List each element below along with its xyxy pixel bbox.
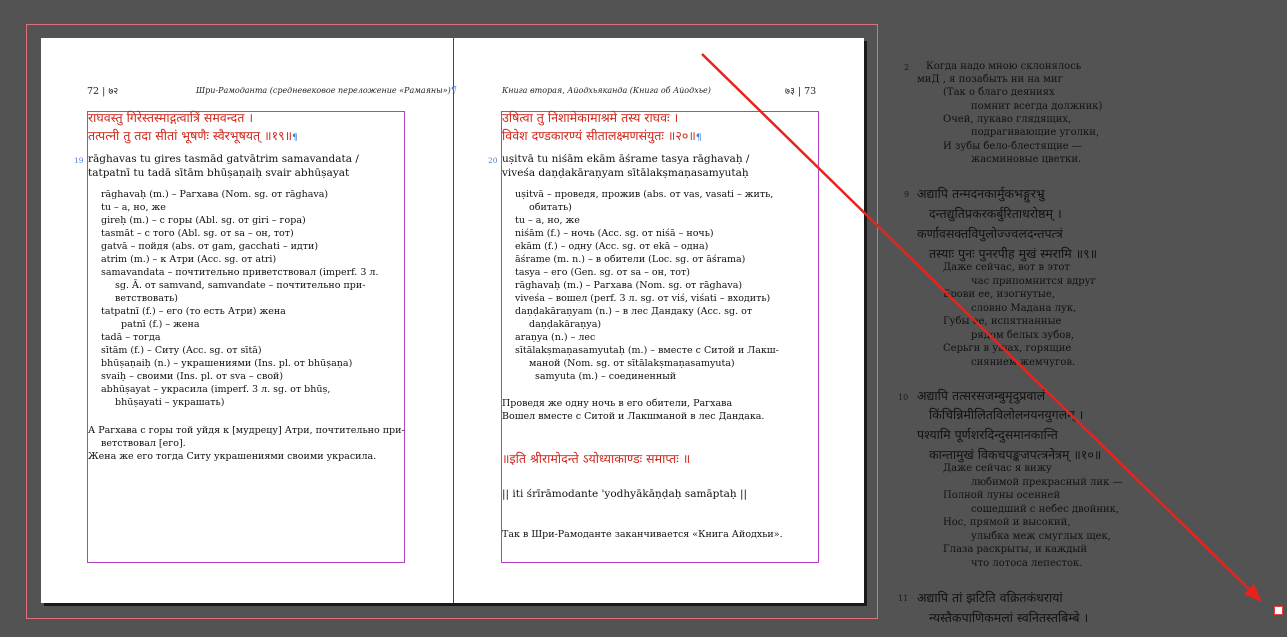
- pasteboard-deva-line: अद्यापि तां झटिति वक्रितकंधरायां: [917, 590, 1063, 605]
- gloss-item: viveśa – вошел (perf. 3 л. sg. от viś, v…: [515, 293, 771, 304]
- gloss-item: tu – а, но, же: [101, 202, 166, 213]
- pasteboard-line: Брови ее, изогнутые,: [943, 289, 1055, 300]
- left-translation-line: А Рагхава с горы той уйдя к [мудрецу] Ат…: [88, 425, 405, 436]
- gloss-item: tasmāt – с того (Abl. sg. от sa – он, то…: [101, 228, 294, 239]
- left-verse-number: 19: [74, 156, 84, 165]
- right-iast-line-1: uṣitvā tu niśām ekām āśrame tasya rāghav…: [502, 153, 750, 165]
- gloss-item: āśrame (m. n.) – в обители (Loc. sg. от …: [515, 254, 746, 265]
- pasteboard-line: сиянием жемчугов.: [971, 357, 1076, 368]
- pasteboard-line: улыбка меж смуглых щек,: [971, 531, 1111, 542]
- pasteboard-deva-line: अद्यापि तन्मदनकार्मुकभङ्गुरभ्रु: [917, 186, 1045, 201]
- right-running-head: Книга вторая, Айодхьяканда (Книга об Айо…: [502, 86, 711, 95]
- gloss-item: sg. Ā. от samvand, samvandate – почтител…: [115, 280, 366, 291]
- pasteboard-deva-line: किंचिन्निमीलितविलोलनयनयुगलम् ।: [929, 407, 1084, 422]
- left-running-head: Шри-Рамоданта (средневековое переложение…: [196, 86, 457, 96]
- pasteboard-line: миД , я позабыть ни на миг: [917, 74, 1063, 85]
- gloss-item: araṇya (n.) – лес: [515, 332, 596, 343]
- pasteboard-line: Даже сейчас, вот в этот: [943, 262, 1070, 273]
- pasteboard-block-number: 9: [904, 190, 910, 199]
- right-iast-line-2: viveśa daṇḍakāraṇyam sītālakṣmaṇasamyuta…: [502, 167, 749, 179]
- pasteboard-line: Очей, лукаво глядящих,: [943, 114, 1072, 125]
- pasteboard-deva-line: अद्यापि तत्सरसजम्बुमृदुप्रवालं: [917, 388, 1046, 403]
- left-translation-line: ветствовал [его].: [101, 438, 186, 449]
- gloss-item: bhūṣaṇaiḥ (n.) – украшениями (Ins. pl. о…: [101, 358, 353, 369]
- gloss-item: ekām (f.) – одну (Acc. sg. от ekā – одна…: [515, 241, 709, 252]
- left-translation-line: Жена же его тогда Ситу украшениями своим…: [88, 451, 377, 462]
- pasteboard-line: (Так о благо деяниях: [943, 87, 1055, 98]
- gloss-item: svaiḥ – своими (Ins. pl. от sva – свой): [101, 371, 284, 382]
- gloss-item: rāghavaḥ (m.) – Рагхава (Nom. sg. от rāg…: [101, 189, 329, 200]
- overset-text-icon[interactable]: [1274, 606, 1283, 615]
- right-translation-line: Проведя же одну ночь в его обители, Рагх…: [502, 398, 733, 409]
- pasteboard-block-number: 2: [904, 63, 910, 72]
- gloss-item: patnī (f.) – жена: [121, 319, 200, 330]
- left-verse-deva-line-2: तत्पत्नी तु तदा सीतां भूषणैः स्वैरभूषयत्…: [88, 128, 298, 143]
- pasteboard-block-number: 10: [898, 393, 909, 402]
- pasteboard-deva-line: कर्णावसक्तविपुलोज्ज्वलदन्तपत्त्रं: [917, 226, 1063, 241]
- gloss-item: tasya – его (Gen. sg. от sa – он, тот): [515, 267, 690, 278]
- pasteboard-deva-line: दन्तद्युतिप्रकरकर्बुरिताधरोष्ठम् ।: [929, 206, 1062, 221]
- gloss-item: bhūṣayati – украшать): [115, 397, 225, 408]
- gloss-item: daṇḍakāraṇyam (n.) – в лес Дандаку (Acc.…: [515, 306, 753, 317]
- pasteboard-deva-line: कान्तामुखं विकचपङ्कजपत्त्रनेत्रम् ॥१०॥: [929, 447, 1102, 462]
- gloss-item: abhūṣayat – украсила (imperf. 3 л. sg. о…: [101, 384, 331, 395]
- pasteboard-line: Даже сейчас я вижу: [943, 463, 1052, 474]
- left-iast-line-1: rāghavas tu gires tasmād gatvātrim samav…: [88, 153, 359, 165]
- colophon-deva: ॥इति श्रीरामोदन्ते ऽयोध्याकाण्डः समाप्तः…: [502, 451, 691, 466]
- gloss-item: niśām (f.) – ночь (Acc. sg. от niśā – но…: [515, 228, 714, 239]
- pasteboard-line: рядом белых зубов,: [971, 330, 1075, 341]
- left-folio: 72 | ७२: [87, 86, 119, 97]
- pasteboard-line: Губы ее, испятнанные: [943, 316, 1062, 327]
- pasteboard-line: сошедший с небес двойник,: [971, 504, 1120, 515]
- page-spine: [453, 38, 454, 603]
- gloss-item: samavandata – почтительно приветствовал …: [101, 267, 379, 278]
- right-translation-line: Вошел вместе с Ситой и Лакшманой в лес Д…: [502, 411, 765, 422]
- right-verse-number: 20: [488, 156, 498, 165]
- gloss-item: daṇḍakāraṇya): [529, 319, 602, 330]
- pasteboard-line: И зубы бело-блестящие —: [943, 141, 1082, 152]
- pasteboard-block-number: 11: [898, 594, 909, 603]
- colophon-iast: || iti śrīrāmodante 'yodhyākāṇḍaḥ samāpt…: [502, 488, 748, 500]
- pasteboard-line: что лотоса лепесток.: [971, 558, 1083, 569]
- pasteboard-line: подрагивающие уголки,: [971, 127, 1100, 138]
- pasteboard-line: Серьги в ушах, горящие: [943, 343, 1072, 354]
- gloss-item: sītālakṣmaṇasamyutaḥ (m.) – вместе с Сит…: [515, 345, 779, 356]
- pasteboard-line: словно Мадана лук,: [971, 303, 1077, 314]
- pasteboard-line: час припомнится вдруг: [971, 276, 1096, 287]
- pasteboard-line: Полной луны осенней: [943, 490, 1061, 501]
- right-folio: ७३ | 73: [785, 86, 817, 97]
- gloss-item: маной (Nom. sg. от sītālakṣmaṇasamyuta): [529, 358, 735, 369]
- right-verse-deva-line-2: विवेश दण्डकारण्यं सीतालक्ष्मणसंयुतः ॥२०॥…: [502, 128, 702, 143]
- left-verse-deva-line-1: राघवस्तु गिरेस्तस्माद्गत्वात्रिं समवन्दत…: [88, 110, 254, 125]
- gloss-item: samyuta (m.) – соединенный: [535, 371, 677, 382]
- gloss-item: tadā – тогда: [101, 332, 161, 343]
- gloss-item: gatvā – пойдя (abs. от gam, gacchati – и…: [101, 241, 319, 252]
- pasteboard-line: помнит всегда должник): [971, 101, 1103, 112]
- left-iast-line-2: tatpatnī tu tadā sītām bhūṣaṇaiḥ svair a…: [88, 167, 350, 179]
- gloss-item: uṣitvā – проведя, прожив (abs. от vas, v…: [515, 189, 774, 200]
- right-verse-deva-line-1: उषित्वा तु निशामेकामाश्रमे तस्य राघवः ।: [502, 110, 679, 125]
- gloss-item: tatpatnī (f.) – его (то есть Атри) жена: [101, 306, 286, 317]
- pasteboard-line: Когда надо мною склонялось: [926, 61, 1082, 72]
- pasteboard-deva-line: पश्यामि पूर्णशरदिन्दुसमानकान्ति: [917, 427, 1058, 442]
- gloss-item: обитать): [529, 202, 572, 213]
- closing-line: Так в Шри-Рамоданте заканчивается «Книга…: [502, 529, 783, 540]
- gloss-item: atrim (m.) – к Атри (Acc. sg. от atri): [101, 254, 277, 265]
- gloss-item: ветствовать): [115, 293, 179, 304]
- pasteboard-deva-line: न्यस्तैकपाणिकमलां स्वनितस्तबिम्बे ।: [929, 610, 1089, 625]
- pasteboard-deva-line: तस्याः पुनः पुनरपीह मुखं स्मरामि ॥९॥: [929, 246, 1098, 261]
- pasteboard-line: жасминовые цветки.: [971, 154, 1082, 165]
- gloss-item: gireḥ (m.) – с горы (Abl. sg. от giri – …: [101, 215, 306, 226]
- pasteboard-line: любимой прекрасный лик —: [971, 477, 1123, 488]
- gloss-item: rāghavaḥ (m.) – Рагхава (Nom. sg. от rāg…: [515, 280, 743, 291]
- pasteboard-line: Нос, прямой и высокий,: [943, 517, 1071, 528]
- pasteboard-line: Глаза раскрыты, и каждый: [943, 544, 1087, 555]
- gloss-item: sītām (f.) – Ситу (Acc. sg. от sītā): [101, 345, 262, 356]
- gloss-item: tu – а, но, же: [515, 215, 580, 226]
